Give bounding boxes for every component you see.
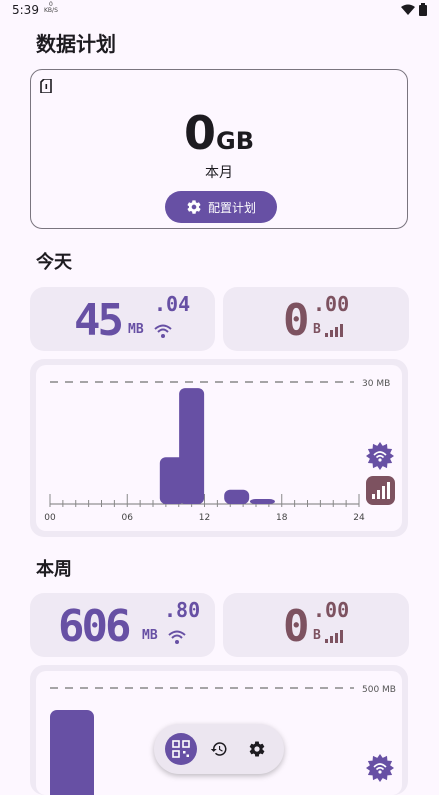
history-icon — [210, 742, 227, 756]
week-mobile-usage-card: 0 .00 B — [223, 593, 409, 657]
x-tick-label: 24 — [353, 513, 365, 523]
battery-icon — [419, 3, 427, 16]
nav-history-button[interactable] — [203, 733, 235, 765]
today-wifi-usage-integer: 45 — [74, 295, 124, 346]
today-usage-chart: 30 MB 00 06 12 18 24 — [30, 359, 408, 537]
today-wifi-usage-decimal: .04 — [154, 292, 191, 316]
x-tick-label: 12 — [199, 513, 210, 523]
monthly-usage-unit: GB — [216, 127, 254, 155]
week-wifi-usage-unit: MB — [142, 628, 158, 643]
status-time: 5:39 — [12, 3, 39, 17]
x-tick-label: 18 — [276, 513, 288, 523]
today-mobile-usage-unit: B — [313, 322, 321, 337]
cellular-signal-icon — [325, 324, 343, 337]
x-tick-label: 00 — [44, 513, 56, 523]
configure-plan-button[interactable]: 配置计划 — [165, 191, 277, 223]
wifi-icon — [154, 324, 172, 338]
network-speed: 0 KB/S — [44, 2, 58, 14]
week-mobile-usage-unit: B — [313, 628, 321, 643]
week-wifi-usage-card: 606 .80 MB — [30, 593, 215, 657]
today-wifi-usage-card: 45 .04 MB — [30, 287, 215, 351]
today-mobile-usage-card: 0 .00 B — [223, 287, 409, 351]
monthly-usage: 0GB — [31, 106, 407, 160]
settings-icon — [249, 741, 265, 757]
week-wifi-usage-decimal: .80 — [164, 598, 201, 622]
wifi-status-icon — [401, 4, 415, 15]
section-title-week: 本周 — [36, 559, 72, 580]
section-title-today: 今天 — [36, 252, 72, 273]
today-mobile-usage-decimal: .00 — [313, 292, 350, 316]
nav-settings-button[interactable] — [241, 733, 273, 765]
configure-plan-label: 配置计划 — [207, 200, 256, 215]
mobile-filter-icon — [366, 476, 395, 505]
sim-card-icon — [40, 79, 52, 93]
cellular-signal-icon — [325, 630, 343, 643]
page-title: 数据计划 — [36, 32, 116, 56]
today-mobile-usage-integer: 0 — [283, 295, 310, 346]
max-value-label: 500 MB — [362, 685, 396, 695]
x-tick-label: 06 — [122, 513, 134, 523]
monthly-usage-value: 0 — [183, 106, 216, 160]
bottom-nav-bar — [154, 724, 284, 774]
wifi-icon — [168, 630, 186, 644]
status-bar: 5:39 0 KB/S — [0, 0, 439, 22]
wifi-filter-icon — [366, 754, 394, 782]
data-plan-card: 0GB 本月 配置计划 — [30, 69, 408, 229]
week-wifi-usage-integer: 606 — [58, 601, 132, 652]
usage-bar — [179, 388, 205, 504]
network-speed-unit: KB/S — [44, 7, 58, 14]
usage-bar — [249, 499, 275, 504]
week-mobile-usage-integer: 0 — [283, 601, 310, 652]
usage-bar — [50, 710, 94, 795]
max-value-label: 30 MB — [362, 379, 390, 389]
nav-dashboard-button[interactable] — [165, 733, 197, 765]
dashboard-icon — [172, 740, 190, 758]
usage-bar — [224, 489, 250, 504]
today-chart-svg: 30 MB 00 06 12 18 24 — [44, 379, 395, 523]
period-label: 本月 — [205, 165, 233, 181]
wifi-filter-icon — [366, 442, 394, 470]
today-wifi-usage-unit: MB — [128, 322, 144, 337]
gear-icon — [187, 200, 201, 214]
week-mobile-usage-decimal: .00 — [313, 598, 350, 622]
